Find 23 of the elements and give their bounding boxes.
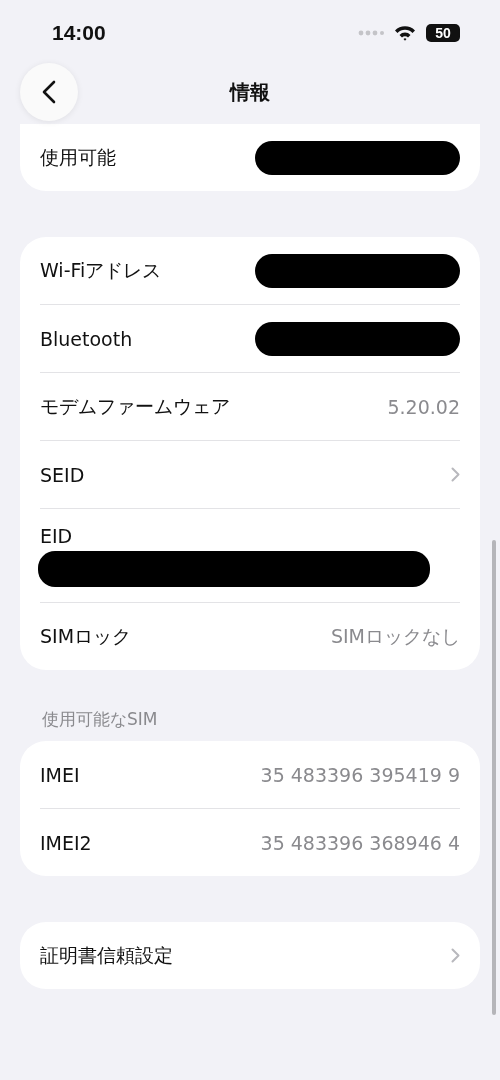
row-label: SEID [40, 463, 85, 486]
signal-icon [358, 30, 384, 36]
page-title: 情報 [230, 78, 270, 106]
wifi-icon [394, 25, 416, 41]
row-label: 証明書信頼設定 [40, 942, 173, 968]
row-value: 5.20.02 [387, 395, 460, 418]
row-label: IMEI [40, 763, 80, 786]
section-header: 使用可能なSIM [42, 708, 159, 731]
row-label: モデムファームウェア [40, 393, 230, 419]
row-value: 35 483396 395419 9 [260, 763, 460, 786]
battery-indicator: 50 [426, 24, 460, 42]
row-value: 35 483396 368946 4 [260, 831, 460, 854]
row-label: 使用可能 [40, 144, 116, 170]
row-label: SIMロック [40, 623, 132, 649]
row-label: Bluetooth [40, 327, 133, 350]
chevron-icon[interactable] [451, 467, 460, 482]
row-label: EID [40, 524, 73, 547]
row-label: IMEI2 [40, 831, 92, 854]
row-label: Wi-Fiアドレス [40, 257, 162, 283]
status-time: 14:00 [52, 21, 106, 45]
chevron-left-icon[interactable] [42, 80, 56, 104]
row-value: SIMロックなし [330, 623, 460, 649]
chevron-icon[interactable] [451, 948, 460, 963]
